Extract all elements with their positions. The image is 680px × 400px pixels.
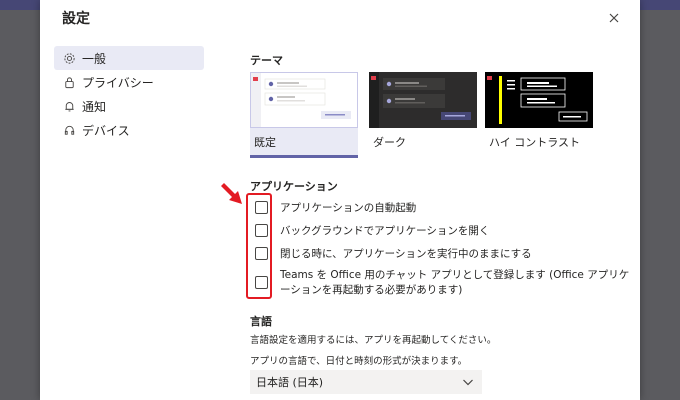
theme-heading: テーマ [250, 54, 283, 67]
theme-preview-dark [369, 72, 477, 128]
nav-item-devices[interactable]: デバイス [54, 118, 204, 142]
nav-item-privacy[interactable]: プライバシー [54, 70, 204, 94]
settings-dialog: 設定 一般 プライバシー 通知 デバイス テーマ 既定 ダーク ハイ コントラス… [40, 0, 640, 400]
option-label: バックグラウンドでアプリケーションを開く [280, 225, 490, 237]
option-keep-running-on-close[interactable]: 閉じる時に、アプリケーションを実行中のままにする [250, 247, 635, 262]
language-format-note: アプリの言語で、日付と時刻の形式が決まります。 [250, 356, 468, 367]
red-arrow-icon [221, 183, 242, 204]
chevron-down-icon [463, 379, 473, 386]
language-heading: 言語 [250, 315, 272, 328]
theme-preview-high-contrast [485, 72, 593, 128]
theme-option-label: 既定 [254, 136, 276, 149]
nav-item-label: 一般 [82, 51, 107, 66]
option-label: Teams を Office 用のチャット アプリとして登録します (Offic… [280, 269, 630, 296]
theme-option-high-contrast[interactable]: ハイ コントラスト [485, 72, 593, 158]
theme-option-label: ハイ コントラスト [489, 136, 581, 149]
close-button[interactable] [606, 10, 622, 26]
language-restart-note: 言語設定を適用するには、アプリを再起動してください。 [250, 335, 497, 346]
headset-icon [62, 123, 76, 137]
lock-icon [62, 75, 76, 89]
theme-preview-default [250, 72, 358, 128]
theme-option-label: ダーク [373, 136, 406, 149]
application-heading: アプリケーション [250, 180, 338, 193]
close-icon [609, 13, 619, 23]
dialog-title: 設定 [62, 11, 90, 27]
nav-item-label: プライバシー [82, 75, 154, 90]
language-select-value: 日本語 (日本) [256, 376, 324, 389]
language-select[interactable]: 日本語 (日本) [250, 370, 482, 394]
option-open-in-background[interactable]: バックグラウンドでアプリケーションを開く [250, 224, 635, 239]
gear-icon [62, 51, 76, 65]
nav-item-label: 通知 [82, 99, 107, 114]
nav-item-general[interactable]: 一般 [54, 46, 204, 70]
option-label: アプリケーションの自動起動 [280, 202, 417, 214]
nav-item-label: デバイス [82, 123, 130, 138]
theme-option-dark[interactable]: ダーク [369, 72, 477, 158]
theme-option-default[interactable]: 既定 [250, 72, 358, 158]
option-register-chat-app[interactable]: Teams を Office 用のチャット アプリとして登録します (Offic… [250, 268, 635, 298]
option-auto-start[interactable]: アプリケーションの自動起動 [250, 201, 635, 216]
highlight-box [246, 193, 272, 299]
bell-icon [62, 99, 76, 113]
nav-item-notifications[interactable]: 通知 [54, 94, 204, 118]
option-label: 閉じる時に、アプリケーションを実行中のままにする [280, 248, 532, 260]
